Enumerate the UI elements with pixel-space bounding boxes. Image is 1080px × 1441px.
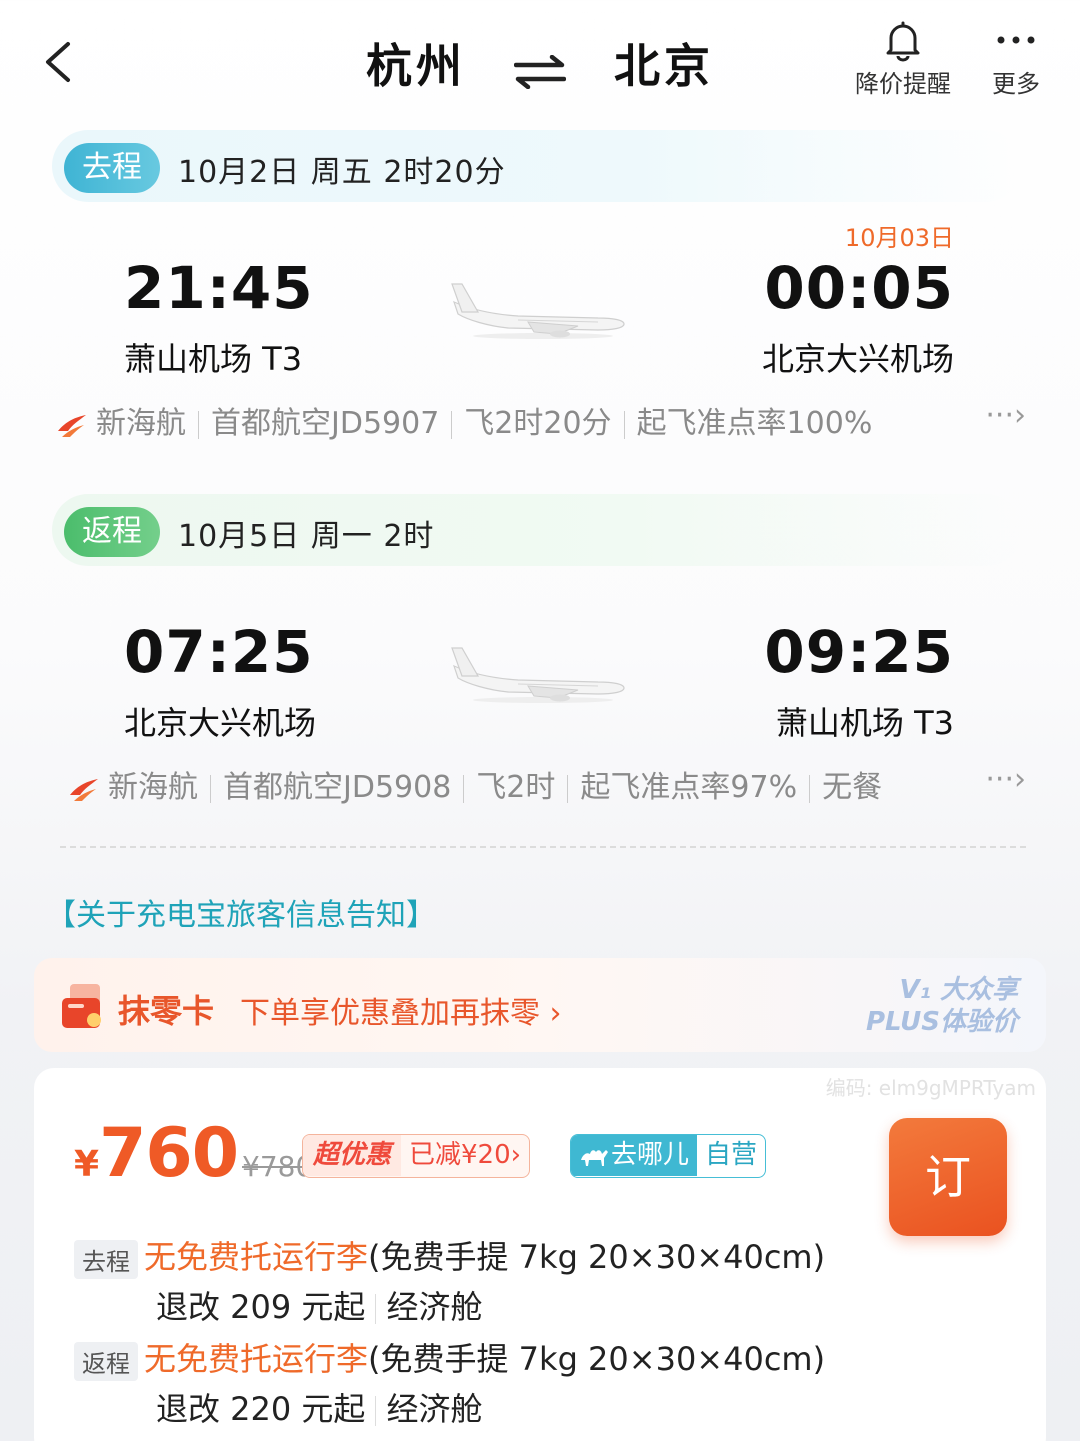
- vendor-name-wrap: 去哪儿: [571, 1135, 698, 1176]
- price-alert-label: 降价提醒: [855, 70, 951, 98]
- more-dots-icon: [997, 36, 1035, 44]
- outbound-flight[interactable]: 21:45 萧山机场 T3 10月03日 00:05 北京大兴机场: [0, 224, 1080, 394]
- more-button[interactable]: 更多: [980, 20, 1052, 99]
- separator: [451, 410, 453, 439]
- return-checked-baggage: 无免费托运行李: [144, 1340, 369, 1378]
- destination-city: 北京: [614, 39, 715, 93]
- listing-code: 编码: elm9gMPRTyam: [825, 1076, 1036, 1100]
- separator: [463, 774, 465, 803]
- camel-icon: [581, 1149, 608, 1166]
- separator: [623, 410, 625, 439]
- return-flight[interactable]: 07:25 北京大兴机场 09:25 萧山机场 T3: [0, 618, 1080, 758]
- return-cabin: 经济舱: [386, 1390, 483, 1428]
- return-arrival-airport: 萧山机场 T3: [775, 704, 954, 742]
- outbound-tag: 去程: [64, 143, 160, 193]
- return-tag: 返程: [64, 507, 160, 557]
- discount-badge[interactable]: 超优惠 已减¥20›: [302, 1134, 531, 1178]
- vendor-badge: 去哪儿 自营: [570, 1134, 767, 1178]
- return-duration: 飞2时: [476, 770, 556, 805]
- coupon-card-icon: [62, 984, 101, 1028]
- outbound-arrival-airport: 北京大兴机场: [761, 340, 954, 378]
- bell-icon: [886, 21, 920, 62]
- airline-logo-icon: [58, 414, 86, 437]
- separator: [567, 774, 569, 803]
- outbound-departure-time: 21:45: [124, 254, 314, 322]
- deal-tag: 超优惠: [303, 1135, 402, 1176]
- promo-description: 下单享优惠叠加再抹零 ›: [240, 996, 562, 1031]
- vendor-name: 去哪儿: [611, 1140, 690, 1170]
- booking-card: 编码: elm9gMPRTyam ¥760 ¥780 超优惠 已减¥20› 去哪儿自…: [34, 1068, 1046, 1441]
- outbound-ontime-rate: 起飞准点率100%: [636, 406, 873, 441]
- return-flight-info[interactable]: 新海航 首都航空JD5908 飞2时 起飞准点率97% 无餐 ···›: [68, 762, 1026, 806]
- outbound-change-fee: 退改 209 元起: [156, 1288, 366, 1326]
- return-banner: 返程 10月5日 周一 2时: [52, 494, 1022, 566]
- outbound-checked-baggage: 无免费托运行李: [144, 1238, 369, 1276]
- return-fare-rules[interactable]: 退改 220 元起 经济舱: [156, 1384, 482, 1430]
- outbound-carryon: (免费手提 7kg 20×30×40cm): [368, 1238, 826, 1276]
- outbound-arrival-time: 00:05: [764, 254, 954, 322]
- power-bank-notice-link[interactable]: 【关于充电宝旅客信息告知】: [46, 890, 436, 934]
- return-meal: 无餐: [822, 770, 883, 805]
- outbound-details-more[interactable]: ···›: [985, 398, 1026, 433]
- price-alert-button[interactable]: 降价提醒: [848, 20, 958, 99]
- outbound-flight-number: 首都航空JD5907: [211, 406, 440, 441]
- outbound-banner: 去程 10月2日 周五 2时20分: [52, 130, 1022, 202]
- swap-arrows-icon[interactable]: [513, 46, 567, 90]
- return-carryon: (免费手提 7kg 20×30×40cm): [368, 1340, 826, 1378]
- arrival-date-note: 10月03日: [844, 224, 954, 252]
- plus-badge-line2: PLUS体验价: [865, 1007, 1018, 1037]
- origin-city: 杭州: [365, 39, 466, 93]
- separator: [809, 774, 811, 803]
- outbound-baggage-tag: 去程: [74, 1239, 138, 1279]
- return-change-fee: 退改 220 元起: [156, 1390, 366, 1428]
- outbound-baggage-row: 去程 无免费托运行李(免费手提 7kg 20×30×40cm): [74, 1232, 825, 1279]
- airline-logo-icon: [70, 778, 98, 801]
- plus-badge-line1: V₁ 大众享: [899, 975, 1018, 1005]
- price: ¥760 ¥780: [74, 1114, 313, 1193]
- outbound-departure-airport: 萧山机场 T3: [124, 340, 303, 378]
- book-button[interactable]: 订: [889, 1118, 1007, 1236]
- separator: [210, 774, 211, 803]
- dashed-divider: [60, 846, 1026, 848]
- separator: [375, 1396, 377, 1426]
- promo-title: 抹零卡: [118, 992, 215, 1030]
- separator: [198, 410, 199, 439]
- outbound-fare-rules[interactable]: 退改 209 元起 经济舱: [156, 1282, 482, 1328]
- deal-discount: 已减¥20›: [409, 1140, 522, 1170]
- return-departure-time: 07:25: [124, 618, 314, 686]
- vendor-type: 自营: [705, 1140, 758, 1170]
- price-amount: 760: [99, 1114, 239, 1193]
- outbound-cabin: 经济舱: [386, 1288, 483, 1326]
- airplane-icon: [451, 647, 625, 703]
- return-summary: 10月5日 周一 2时: [178, 519, 435, 554]
- outbound-summary: 10月2日 周五 2时20分: [178, 155, 506, 190]
- outbound-flight-info[interactable]: 新海航 首都航空JD5907 飞2时20分 起飞准点率100% ···›: [56, 398, 1026, 442]
- return-baggage-tag: 返程: [74, 1341, 138, 1381]
- return-flight-number: 首都航空JD5908: [223, 770, 452, 805]
- currency-symbol: ¥: [74, 1144, 100, 1185]
- promo-banner[interactable]: 抹零卡 下单享优惠叠加再抹零 › V₁ 大众享 PLUS体验价: [34, 958, 1046, 1052]
- airplane-icon: [451, 283, 625, 339]
- outbound-duration: 飞2时20分: [464, 406, 612, 441]
- separator: [375, 1294, 377, 1324]
- return-ontime-rate: 起飞准点率97%: [580, 770, 798, 805]
- plus-badge: V₁ 大众享 PLUS体验价: [866, 974, 1018, 1038]
- outbound-airline: 新海航: [96, 406, 186, 441]
- return-departure-airport: 北京大兴机场: [124, 704, 317, 742]
- more-label: 更多: [992, 70, 1040, 98]
- return-airline: 新海航: [108, 770, 198, 805]
- top-bar: 杭州 北京 降价提醒 更多: [0, 0, 1080, 125]
- return-arrival-time: 09:25: [764, 618, 954, 686]
- return-details-more[interactable]: ···›: [985, 762, 1026, 797]
- return-baggage-row: 返程 无免费托运行李(免费手提 7kg 20×30×40cm): [74, 1334, 825, 1381]
